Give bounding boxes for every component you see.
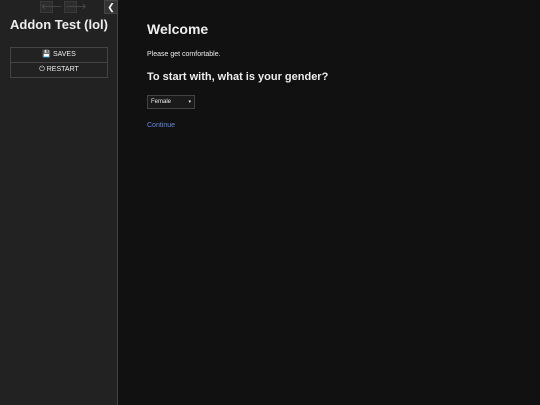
sidebar: 🡐 🡒 ❮ Addon Test (lol) 💾 SAVES ⏻ RESTART — [0, 0, 118, 405]
passage-title: Welcome — [147, 21, 209, 37]
passage-text: Please get comfortable. — [147, 51, 221, 58]
chevron-left-icon[interactable]: ❮ — [104, 0, 118, 14]
chevron-down-icon: ▾ — [188, 99, 191, 105]
restart-button[interactable]: ⏻ RESTART — [11, 62, 107, 77]
saves-label: SAVES — [52, 51, 76, 58]
arrow-left-icon[interactable]: 🡐 — [40, 1, 62, 13]
gender-select-value: Female — [151, 99, 172, 105]
arrow-right-icon[interactable]: 🡒 — [64, 1, 86, 13]
story-title: Addon Test (lol) — [10, 17, 108, 32]
saves-button[interactable]: 💾 SAVES — [11, 48, 107, 62]
gender-question: To start with, what is your gender? — [147, 71, 329, 83]
restart-label: RESTART — [46, 66, 79, 73]
power-icon: ⏻ — [39, 66, 45, 73]
floppy-disk-icon: 💾 — [42, 51, 51, 58]
sidebar-menu: 💾 SAVES ⏻ RESTART — [10, 47, 108, 78]
continue-link[interactable]: Continue — [147, 122, 175, 129]
gender-select[interactable]: Female ▾ — [147, 95, 195, 109]
